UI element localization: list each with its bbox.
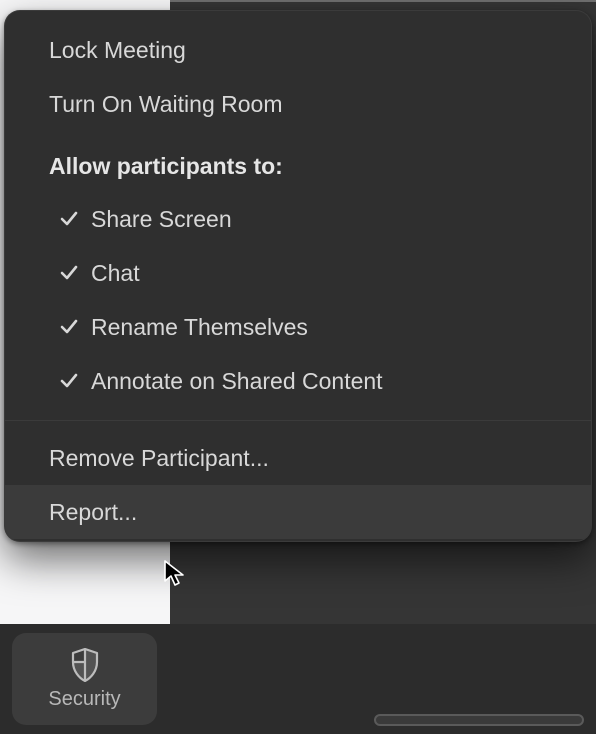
menu-item-label: Lock Meeting <box>49 37 186 64</box>
menu-item-annotate[interactable]: Annotate on Shared Content <box>5 354 591 408</box>
menu-item-label: Chat <box>91 260 140 287</box>
menu-item-report[interactable]: Report... <box>5 485 591 539</box>
shield-icon <box>70 648 100 682</box>
check-icon <box>59 209 79 229</box>
menu-section-header: Allow participants to: <box>5 131 591 192</box>
bottom-scrollbar[interactable] <box>374 714 584 726</box>
check-icon <box>59 263 79 283</box>
menu-item-waiting-room[interactable]: Turn On Waiting Room <box>5 77 591 131</box>
menu-item-label: Rename Themselves <box>91 314 308 341</box>
menu-item-label: Annotate on Shared Content <box>91 368 383 395</box>
menu-item-rename[interactable]: Rename Themselves <box>5 300 591 354</box>
menu-item-label: Remove Participant... <box>49 445 269 472</box>
security-menu: Lock Meeting Turn On Waiting Room Allow … <box>4 10 592 542</box>
security-button[interactable]: Security <box>12 633 157 725</box>
check-icon <box>59 317 79 337</box>
menu-item-share-screen[interactable]: Share Screen <box>5 192 591 246</box>
menu-divider <box>5 420 591 421</box>
background-divider <box>170 0 596 2</box>
menu-item-label: Report... <box>49 499 137 526</box>
menu-item-label: Share Screen <box>91 206 232 233</box>
menu-item-chat[interactable]: Chat <box>5 246 591 300</box>
bottom-toolbar: Security <box>0 624 596 734</box>
menu-item-label: Turn On Waiting Room <box>49 91 282 118</box>
check-icon <box>59 371 79 391</box>
menu-item-lock-meeting[interactable]: Lock Meeting <box>5 23 591 77</box>
security-button-label: Security <box>48 688 120 711</box>
menu-item-remove-participant[interactable]: Remove Participant... <box>5 431 591 485</box>
